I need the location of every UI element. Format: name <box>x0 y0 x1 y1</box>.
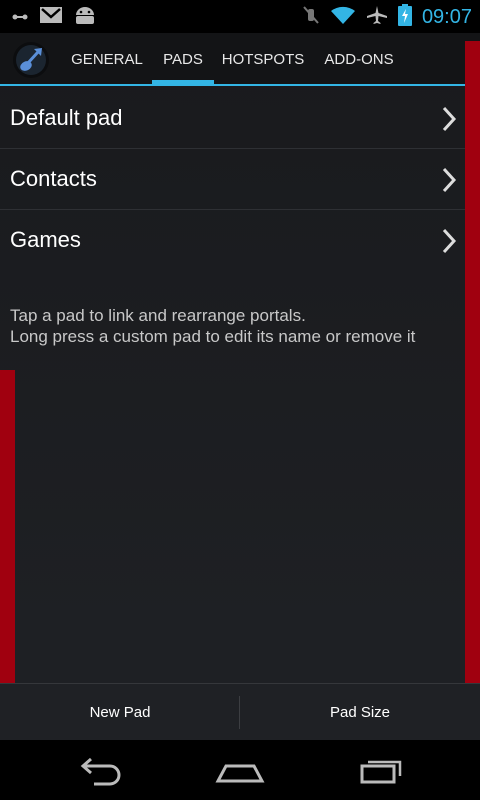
tab-pads[interactable]: PADS <box>152 33 214 86</box>
notification-icons <box>12 6 96 29</box>
chevron-right-icon <box>442 167 457 193</box>
gmail-icon <box>40 7 62 28</box>
list-item[interactable]: Games <box>0 210 465 270</box>
tab-add-ons[interactable]: ADD-ONS <box>316 33 402 86</box>
pad-size-button[interactable]: Pad Size <box>240 684 480 741</box>
chevron-right-icon <box>442 228 457 254</box>
battery-charging-icon <box>397 4 412 31</box>
navigation-bar <box>0 740 480 800</box>
right-edge-hotspot <box>465 41 480 713</box>
help-line-2: Long press a custom pad to edit its name… <box>10 327 416 346</box>
pad-label: Contacts <box>10 166 97 191</box>
airplane-icon <box>366 5 388 30</box>
mute-icon <box>302 5 320 30</box>
help-text: Tap a pad to link and rearrange portals.… <box>10 305 415 347</box>
action-bar: GENERAL PADS HOTSPOTS ADD-ONS <box>0 33 480 86</box>
pad-label: Games <box>10 227 81 252</box>
tab-hotspots[interactable]: HOTSPOTS <box>216 33 310 86</box>
app-logo-icon[interactable] <box>12 41 50 79</box>
system-icons: 09:07 <box>302 4 472 31</box>
left-edge-hotspot <box>0 370 15 713</box>
chevron-right-icon <box>442 106 457 132</box>
pad-list: Default pad Contacts Games <box>0 88 465 270</box>
list-item[interactable]: Default pad <box>0 88 465 149</box>
tab-indicator-line <box>0 84 480 86</box>
status-bar: 09:07 <box>0 0 480 33</box>
android-icon <box>74 6 96 29</box>
usb-debug-icon <box>12 9 28 27</box>
tab-general[interactable]: GENERAL <box>62 33 152 86</box>
wifi-icon <box>330 5 356 30</box>
new-pad-button[interactable]: New Pad <box>0 684 240 741</box>
pad-label: Default pad <box>10 105 123 130</box>
bottom-action-bar: New Pad Pad Size <box>0 683 480 741</box>
help-line-1: Tap a pad to link and rearrange portals. <box>10 306 306 325</box>
list-item[interactable]: Contacts <box>0 149 465 210</box>
home-icon[interactable] <box>214 754 266 786</box>
app-window: GENERAL PADS HOTSPOTS ADD-ONS Default pa… <box>0 33 480 741</box>
clock: 09:07 <box>421 6 472 28</box>
back-icon[interactable] <box>74 754 126 786</box>
recent-apps-icon[interactable] <box>356 754 408 786</box>
